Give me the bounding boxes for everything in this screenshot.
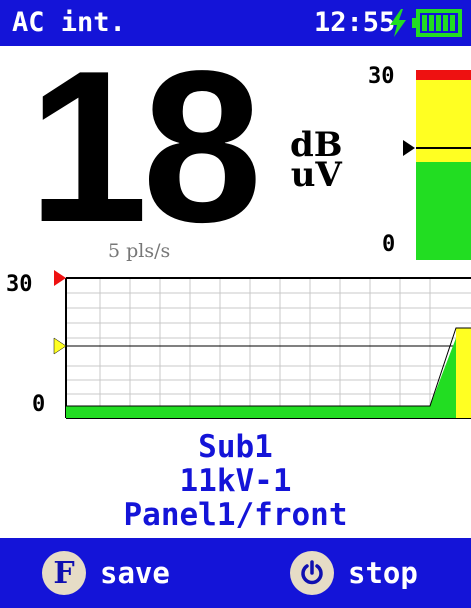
reading-value: 18 [28, 25, 262, 267]
unit-uv: uV [290, 155, 342, 195]
battery-icon [412, 9, 462, 37]
level-bar-min-label: 0 [382, 232, 396, 257]
save-button[interactable]: F save [42, 538, 170, 608]
clock: 12:55 [314, 7, 396, 38]
pulse-rate: 5 pls/s [108, 240, 171, 262]
graph-red-marker-icon [54, 270, 66, 286]
graph-yellow-marker-icon [53, 337, 67, 355]
softkey-bar: F save stop [0, 538, 471, 608]
history-graph [53, 270, 471, 419]
graph-yellow-area [456, 328, 471, 418]
reading-unit: dB uV [290, 128, 343, 195]
graph-grid [66, 278, 471, 406]
location-feeder: 11kV-1 [179, 463, 292, 499]
f-key-letter: F [53, 555, 75, 591]
level-bar-yellow-zone [416, 80, 471, 162]
location-info: Sub1 11kV-1 Panel1/front [0, 430, 471, 532]
power-icon [290, 551, 334, 595]
lightning-icon [390, 9, 406, 37]
stop-label: stop [348, 556, 418, 590]
level-bar-green-zone [416, 162, 471, 260]
f-key-icon: F [42, 551, 86, 595]
level-bar-max-label: 30 [368, 64, 395, 89]
level-bar-red-zone [416, 70, 471, 80]
level-bar [416, 70, 471, 260]
location-panel: Panel1/front [123, 497, 348, 533]
stop-button[interactable]: stop [290, 538, 418, 608]
location-substation: Sub1 [198, 429, 273, 465]
save-label: save [100, 556, 170, 590]
level-bar-marker-icon [403, 140, 415, 156]
